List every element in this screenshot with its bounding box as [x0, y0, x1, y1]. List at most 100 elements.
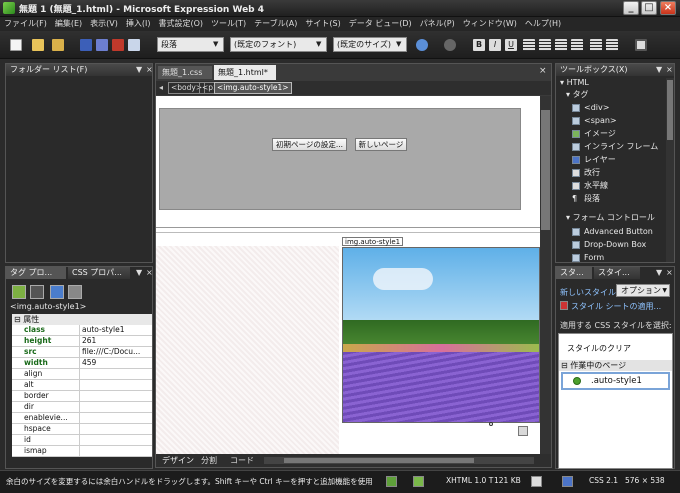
toolbox-item-form[interactable]: Form [572, 252, 662, 262]
menu-table[interactable]: テーブル(A) [250, 17, 301, 31]
toolbox-group-html[interactable]: ▾ HTML [560, 77, 589, 89]
style-item-auto-style1[interactable]: .auto-style1 [561, 372, 670, 390]
menu-edit[interactable]: 編集(E) [51, 17, 86, 31]
save-icon[interactable] [80, 39, 92, 51]
superpreview-icon[interactable] [112, 39, 124, 51]
design-surface[interactable]: 初期ページの設定... 新しいページ img.auto-style1 [156, 96, 540, 454]
attr-row-hspace[interactable]: hspace [12, 424, 152, 435]
attr-row-border[interactable]: border [12, 391, 152, 402]
view-code[interactable]: コード [230, 455, 254, 466]
close-panel-icon[interactable]: × [146, 65, 153, 74]
open-icon[interactable] [52, 39, 64, 51]
style-app-icon[interactable] [413, 476, 424, 487]
pin-icon[interactable]: ▼ [136, 65, 142, 74]
menu-dataview[interactable]: データ ビュー(D) [345, 17, 416, 31]
menu-insert[interactable]: 挿入(I) [122, 17, 155, 31]
tab-css-properties[interactable]: CSS プロパ... [68, 267, 130, 279]
preview-browser-icon[interactable] [128, 39, 140, 51]
attr-row-ismap[interactable]: ismap [12, 446, 152, 457]
menu-tools[interactable]: ツール(T) [207, 17, 250, 31]
pin-icon[interactable]: ▼ [136, 268, 142, 277]
toolbox-item-dropdown[interactable]: Drop-Down Box [572, 239, 662, 251]
close-panel-icon[interactable]: × [666, 65, 673, 74]
toolbox-group-forms[interactable]: ▾ フォーム コントロール [566, 212, 655, 224]
attr-row-alt[interactable]: alt [12, 380, 152, 391]
tag-properties-icon[interactable] [68, 285, 82, 299]
options-dropdown[interactable]: オプション ▼ [616, 284, 670, 297]
scrollbar-thumb[interactable] [667, 80, 673, 140]
menu-view[interactable]: 表示(V) [86, 17, 122, 31]
image-options-icon[interactable] [518, 426, 528, 436]
toolbox-item-paragraph[interactable]: ¶ 段落 [572, 193, 662, 205]
close-panel-icon[interactable]: × [146, 268, 153, 277]
maximize-button[interactable]: □ [641, 1, 657, 15]
justify-icon[interactable] [571, 39, 583, 51]
toolbox-item-div[interactable]: <div> [572, 102, 662, 114]
breadcrumb-back-icon[interactable]: ◂ [159, 83, 163, 92]
toolbox-item-image[interactable]: イメージ [572, 128, 662, 140]
toolbox-group-tags[interactable]: ▾ タグ [566, 89, 589, 101]
toolbox-item-iframe[interactable]: インライン フレーム [572, 141, 662, 153]
page-size-icon[interactable] [531, 476, 542, 487]
visual-aids-icon[interactable] [386, 476, 397, 487]
menu-help[interactable]: ヘルプ(H) [521, 17, 565, 31]
menu-window[interactable]: ウィンドウ(W) [459, 17, 521, 31]
categorize-icon[interactable] [12, 285, 26, 299]
scrollbar-thumb[interactable] [284, 458, 474, 463]
pin-icon[interactable]: ▼ [656, 268, 662, 277]
clear-style-item[interactable]: スタイルのクリア [567, 343, 631, 354]
close-document-icon[interactable]: × [539, 66, 547, 76]
menu-panels[interactable]: パネル(P) [416, 17, 459, 31]
new-page-button[interactable]: 新しいページ [355, 138, 407, 151]
close-panel-icon[interactable]: × [666, 268, 673, 277]
font-select[interactable]: (既定のフォント) ▼ [230, 37, 327, 52]
bullet-list-icon[interactable] [606, 39, 618, 51]
tab-apply-styles[interactable]: スタイ... [594, 267, 640, 279]
menu-file[interactable]: ファイル(F) [0, 17, 51, 31]
menu-site[interactable]: サイト(S) [301, 17, 344, 31]
redo-icon[interactable] [444, 39, 456, 51]
tab-tag-properties[interactable]: タグ プロ... [6, 267, 66, 279]
new-page-icon[interactable] [10, 39, 22, 51]
toolbox-item-advanced-button[interactable]: Advanced Button [572, 226, 662, 238]
view-design[interactable]: デザイン [162, 455, 194, 466]
css-level[interactable]: CSS 2.1 [589, 476, 618, 485]
menu-format[interactable]: 書式設定(O) [154, 17, 207, 31]
toolbox-item-hr[interactable]: 水平線 [572, 180, 662, 192]
initial-page-button[interactable]: 初期ページの設定... [272, 138, 347, 151]
toolbox-item-break[interactable]: 改行 [572, 167, 662, 179]
attr-row-align[interactable]: align [12, 369, 152, 380]
attr-row-enableviewstate[interactable]: enablevie... [12, 413, 152, 424]
view-split[interactable]: 分割 [201, 455, 217, 466]
breadcrumb-img[interactable]: <img.auto-style1> [214, 82, 292, 94]
page-dimensions[interactable]: 576 × 538 [625, 476, 665, 485]
doctype-indicator[interactable]: XHTML 1.0 T [446, 476, 493, 485]
align-left-icon[interactable] [523, 39, 535, 51]
align-center-icon[interactable] [539, 39, 551, 51]
tab-css-file[interactable]: 無題_1.css [158, 66, 212, 79]
show-set-properties-icon[interactable] [50, 285, 64, 299]
sort-icon[interactable] [30, 285, 44, 299]
open-folder-icon[interactable] [32, 39, 44, 51]
new-style-link[interactable]: 新しいスタイル... [560, 287, 624, 298]
minimize-button[interactable]: _ [623, 1, 639, 15]
vertical-scrollbar[interactable] [540, 96, 551, 454]
table-icon[interactable] [635, 39, 647, 51]
underline-icon[interactable]: U [505, 39, 517, 51]
toolbox-item-span[interactable]: <span> [572, 115, 662, 127]
style-select[interactable]: 段落 ▼ [157, 37, 224, 52]
tab-html-file[interactable]: 無題_1.html* [214, 65, 276, 80]
attributes-group[interactable]: ⊟ 属性 [12, 314, 152, 325]
vertical-scrollbar[interactable] [666, 78, 674, 262]
attr-row-class[interactable]: class auto-style1 [12, 325, 152, 336]
attr-row-width[interactable]: width 459 [12, 358, 152, 369]
attr-row-height[interactable]: height 261 [12, 336, 152, 347]
align-right-icon[interactable] [555, 39, 567, 51]
bold-icon[interactable]: B [473, 39, 485, 51]
size-select[interactable]: (既定のサイズ) ▼ [333, 37, 407, 52]
tab-manage-styles[interactable]: スタ... [556, 267, 592, 279]
pin-icon[interactable]: ▼ [656, 65, 662, 74]
close-button[interactable]: × [660, 1, 676, 15]
toolbox-item-layer[interactable]: レイヤー [572, 154, 662, 166]
attr-row-src[interactable]: src file:///C:/Docu... [12, 347, 152, 358]
